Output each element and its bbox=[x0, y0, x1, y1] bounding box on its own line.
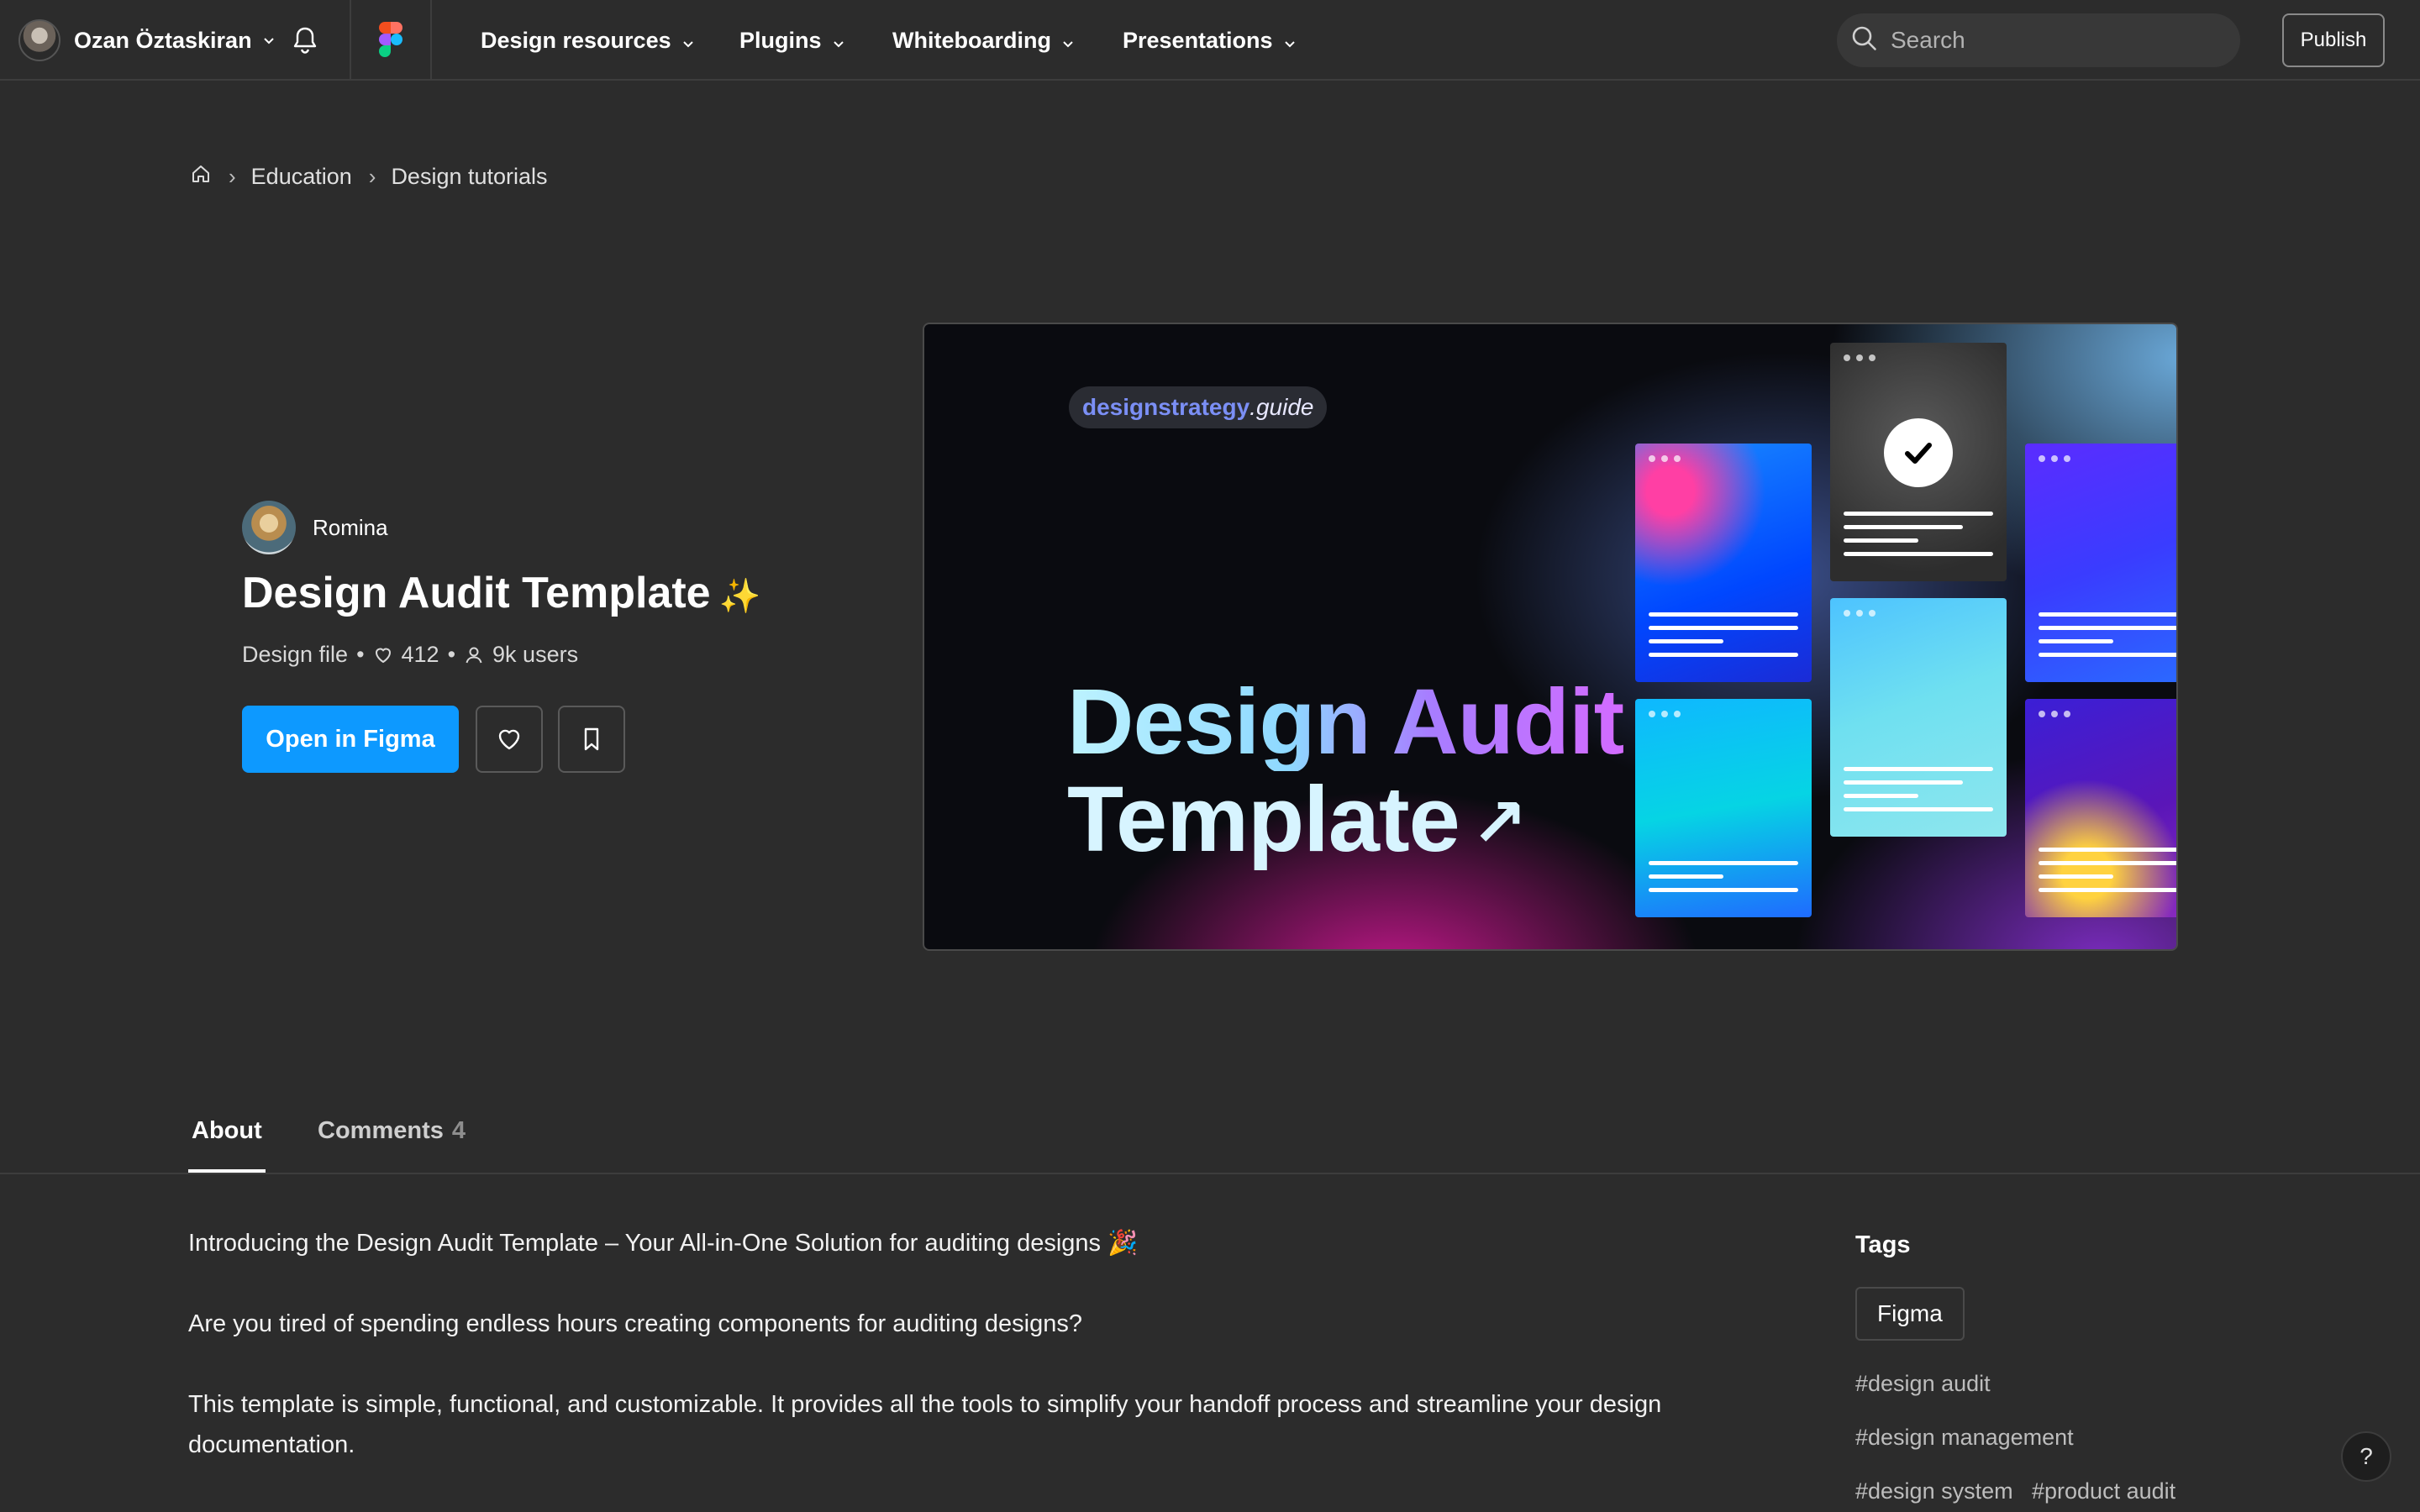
divider bbox=[430, 0, 432, 79]
divider bbox=[350, 0, 351, 79]
users-count: 9k users bbox=[492, 642, 579, 667]
brand-pill: designstrategy .guide bbox=[1069, 386, 1328, 428]
publish-button[interactable]: Publish bbox=[2282, 13, 2385, 67]
user-icon bbox=[466, 647, 482, 663]
nav-label: Design resources bbox=[481, 27, 671, 53]
preview-card bbox=[1635, 699, 1812, 917]
preview-image[interactable]: designstrategy .guide Design Audit Templa… bbox=[923, 323, 2178, 951]
user-name: Ozan Öztaskiran bbox=[74, 27, 252, 53]
meta-separator: • bbox=[447, 642, 456, 667]
about-paragraph: Introducing the Design Audit Template – … bbox=[188, 1230, 1139, 1257]
author-name: Romina bbox=[313, 514, 388, 540]
brand-light: .guide bbox=[1249, 394, 1314, 420]
home-icon[interactable] bbox=[190, 163, 212, 191]
arrow-up-right-icon: ↗ bbox=[1470, 785, 1528, 860]
preview-card bbox=[2025, 699, 2176, 917]
hashtag-link[interactable]: #design system bbox=[1855, 1478, 2013, 1504]
preview-card bbox=[1635, 444, 1812, 682]
breadcrumb: › Education › Design tutorials bbox=[190, 160, 548, 193]
tab-bar: About Comments 4 bbox=[0, 1092, 2420, 1174]
preview-card bbox=[1830, 343, 2007, 581]
bell-icon[interactable] bbox=[291, 25, 319, 55]
search-bar[interactable] bbox=[1837, 13, 2240, 67]
title-text: Design Audit Template bbox=[242, 569, 711, 617]
preview-title-line1: Design Audit bbox=[1067, 670, 1624, 774]
preview-title-line2: Template ↗ bbox=[1067, 771, 1623, 872]
like-button[interactable] bbox=[476, 706, 543, 773]
checkmark-icon bbox=[1884, 418, 1953, 487]
comments-count: 4 bbox=[451, 1117, 466, 1144]
hashtag-link[interactable]: #product audit bbox=[2032, 1478, 2175, 1504]
search-input[interactable] bbox=[1891, 27, 2210, 54]
tag-chip-figma[interactable]: Figma bbox=[1855, 1287, 1965, 1341]
nav-design-resources[interactable]: Design resources bbox=[481, 24, 697, 57]
nav-label: Plugins bbox=[739, 27, 822, 53]
heart-icon bbox=[375, 648, 391, 663]
user-avatar bbox=[18, 19, 60, 61]
nav-plugins[interactable]: Plugins bbox=[739, 24, 847, 57]
preview-card bbox=[1830, 598, 2007, 837]
open-in-figma-button[interactable]: Open in Figma bbox=[242, 706, 459, 773]
about-paragraph: This template is simple, functional, and… bbox=[188, 1391, 1662, 1458]
bookmark-icon bbox=[584, 727, 599, 751]
breadcrumb-separator: › bbox=[368, 163, 376, 189]
about-description: Introducing the Design Audit Template – … bbox=[188, 1223, 1734, 1465]
hashtag-link[interactable]: #design audit bbox=[1855, 1371, 1991, 1397]
author[interactable]: Romina bbox=[242, 501, 388, 554]
page-title: Design Audit Template ✨ bbox=[242, 568, 760, 618]
author-avatar bbox=[242, 501, 296, 554]
nav-whiteboarding[interactable]: Whiteboarding bbox=[892, 24, 1076, 57]
chevron-down-icon bbox=[680, 32, 697, 49]
top-navigation-bar: Ozan Öztaskiran Design resources Plugins… bbox=[0, 0, 2420, 81]
about-paragraph: Are you tired of spending endless hours … bbox=[188, 1310, 1082, 1337]
heart-icon bbox=[498, 729, 520, 750]
chevron-down-icon bbox=[1060, 32, 1076, 49]
breadcrumb-separator: › bbox=[229, 163, 236, 189]
tab-comments[interactable]: Comments 4 bbox=[318, 1117, 466, 1173]
user-menu[interactable]: Ozan Öztaskiran bbox=[18, 18, 277, 62]
nav-label: Presentations bbox=[1123, 27, 1273, 53]
help-button[interactable]: ? bbox=[2341, 1431, 2391, 1482]
chevron-down-icon bbox=[830, 32, 847, 49]
bookmark-button[interactable] bbox=[558, 706, 625, 773]
preview-card bbox=[2025, 444, 2176, 682]
resource-meta: Design file • 412 • 9k users bbox=[242, 642, 578, 668]
breadcrumb-design-tutorials[interactable]: Design tutorials bbox=[391, 164, 547, 190]
sparkle-emoji: ✨ bbox=[718, 578, 761, 615]
nav-label: Whiteboarding bbox=[892, 27, 1051, 53]
preview-title: Design Audit Template ↗ bbox=[1067, 670, 1624, 872]
chevron-down-icon bbox=[1281, 32, 1298, 49]
resource-type: Design file bbox=[242, 642, 349, 667]
tab-about[interactable]: About bbox=[188, 1117, 266, 1173]
likes-count: 412 bbox=[401, 642, 439, 667]
nav-presentations[interactable]: Presentations bbox=[1123, 24, 1298, 57]
brand-strong: designstrategy bbox=[1082, 394, 1250, 420]
tags-heading: Tags bbox=[1855, 1231, 1911, 1258]
meta-separator: • bbox=[356, 642, 365, 667]
figma-logo-icon[interactable] bbox=[378, 22, 403, 59]
preview-title-line2-text: Template bbox=[1067, 768, 1460, 871]
search-icon bbox=[1850, 24, 1879, 57]
tab-comments-label: Comments bbox=[318, 1117, 444, 1144]
hashtag-link[interactable]: #design management bbox=[1855, 1425, 2074, 1451]
chevron-down-icon bbox=[260, 32, 277, 49]
breadcrumb-education[interactable]: Education bbox=[251, 164, 352, 190]
